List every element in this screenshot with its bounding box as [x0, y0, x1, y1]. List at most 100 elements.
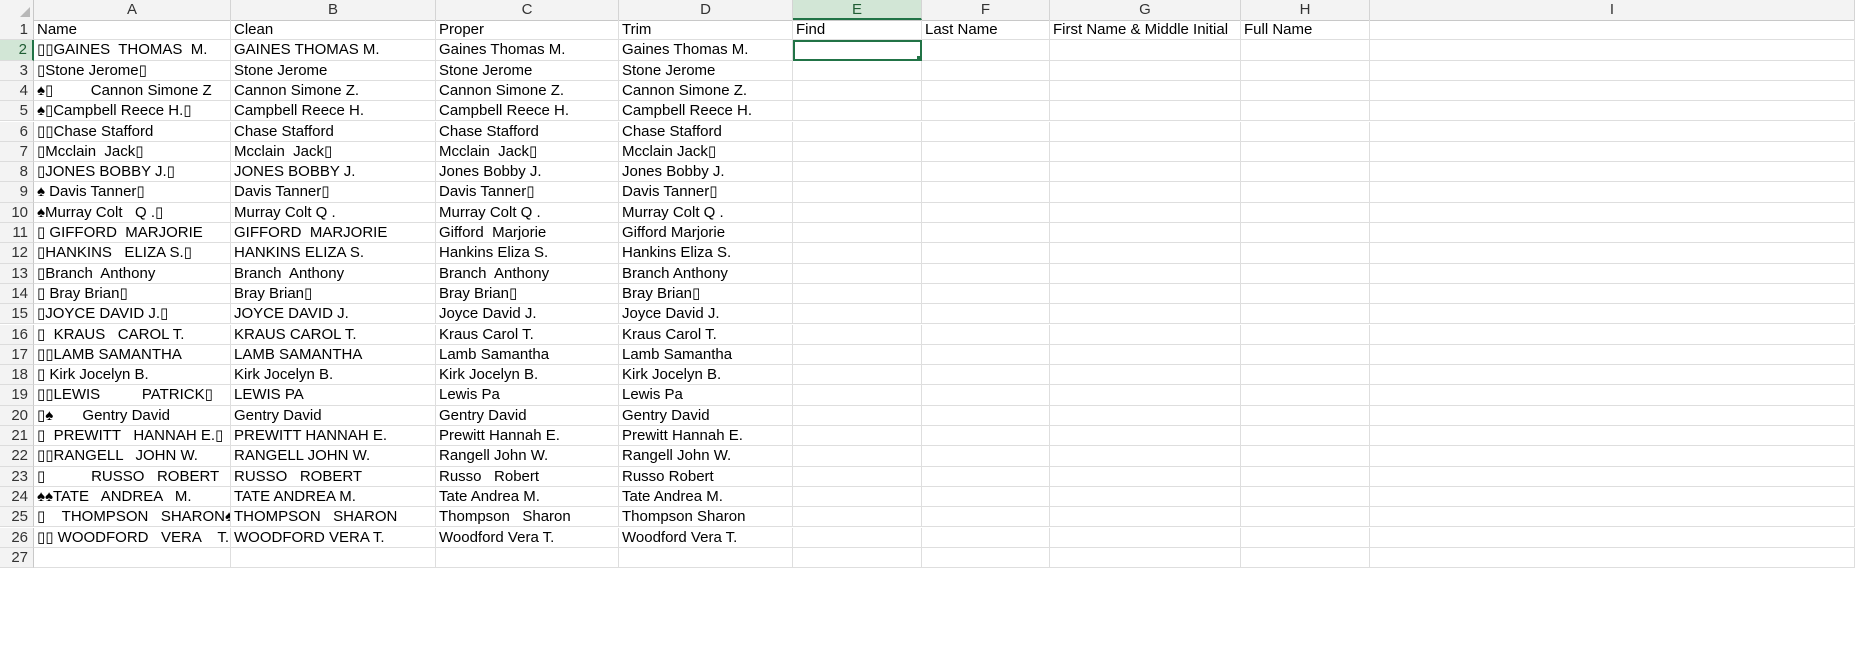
cell-b5[interactable]: Campbell Reece H. [231, 101, 436, 122]
cell-d11[interactable]: Gifford Marjorie [619, 223, 793, 244]
cell-b9[interactable]: Davis Tanner▯ [231, 182, 436, 203]
cell-g18[interactable] [1050, 365, 1241, 386]
cell-d3[interactable]: Stone Jerome [619, 60, 793, 81]
cell-i12[interactable] [1370, 243, 1855, 264]
cell-i15[interactable] [1370, 304, 1855, 325]
cell-d22[interactable]: Rangell John W. [619, 446, 793, 467]
cell-e6[interactable] [793, 121, 922, 142]
cell-d9[interactable]: Davis Tanner▯ [619, 182, 793, 203]
cell-b3[interactable]: Stone Jerome [231, 60, 436, 81]
column-header-d[interactable]: D [619, 0, 793, 20]
cell-g8[interactable] [1050, 162, 1241, 183]
cell-g20[interactable] [1050, 405, 1241, 426]
cell-c8[interactable]: Jones Bobby J. [436, 162, 619, 183]
column-header-h[interactable]: H [1241, 0, 1370, 20]
cell-f14[interactable] [922, 283, 1050, 305]
row-header-2[interactable]: 2 [0, 40, 34, 61]
cell-h9[interactable] [1241, 182, 1370, 203]
cell-c26[interactable]: Woodford Vera T. [436, 527, 619, 548]
column-header-g[interactable]: G [1050, 0, 1241, 20]
cell-d24[interactable]: Tate Andrea M. [619, 486, 793, 508]
cell-d17[interactable]: Lamb Samantha [619, 344, 793, 366]
cell-a4[interactable]: ♠▯ Cannon Simone Z [34, 80, 231, 102]
cell-b6[interactable]: Chase Stafford [231, 121, 436, 142]
cell-i17[interactable] [1370, 344, 1855, 366]
cell-b22[interactable]: RANGELL JOHN W. [231, 446, 436, 467]
cell-d2[interactable]: Gaines Thomas M. [619, 40, 793, 61]
cell-c22[interactable]: Rangell John W. [436, 446, 619, 467]
cell-i5[interactable] [1370, 101, 1855, 122]
cell-b1[interactable]: Clean [231, 20, 436, 41]
cell-g12[interactable] [1050, 243, 1241, 264]
cell-a5[interactable]: ♠▯Campbell Reece H.▯ [34, 101, 231, 122]
cell-c5[interactable]: Campbell Reece H. [436, 101, 619, 122]
cell-i23[interactable] [1370, 466, 1855, 487]
cell-h11[interactable] [1241, 223, 1370, 244]
cell-f12[interactable] [922, 243, 1050, 264]
cell-h25[interactable] [1241, 507, 1370, 528]
cell-c25[interactable]: Thompson Sharon [436, 507, 619, 528]
cell-e11[interactable] [793, 223, 922, 244]
cell-e17[interactable] [793, 344, 922, 366]
cell-g9[interactable] [1050, 182, 1241, 203]
cell-h3[interactable] [1241, 60, 1370, 81]
cell-a25[interactable]: ▯ THOMPSON SHARON♠ [34, 507, 231, 528]
cell-i9[interactable] [1370, 182, 1855, 203]
cell-f11[interactable] [922, 223, 1050, 244]
cell-f8[interactable] [922, 162, 1050, 183]
cell-d26[interactable]: Woodford Vera T. [619, 527, 793, 548]
row-header-24[interactable]: 24 [0, 486, 34, 508]
cell-b13[interactable]: Branch Anthony [231, 263, 436, 284]
cell-f16[interactable] [922, 324, 1050, 345]
cell-b11[interactable]: GIFFORD MARJORIE [231, 223, 436, 244]
cell-e4[interactable] [793, 80, 922, 102]
cell-e12[interactable] [793, 243, 922, 264]
cell-g22[interactable] [1050, 446, 1241, 467]
cell-i6[interactable] [1370, 121, 1855, 142]
cell-h16[interactable] [1241, 324, 1370, 345]
cell-f4[interactable] [922, 80, 1050, 102]
cell-d14[interactable]: Bray Brian▯ [619, 283, 793, 305]
cell-a10[interactable]: ♠Murray Colt Q .▯ [34, 202, 231, 223]
cell-i7[interactable] [1370, 141, 1855, 163]
cell-e9[interactable] [793, 182, 922, 203]
cell-a16[interactable]: ▯ KRAUS CAROL T. [34, 324, 231, 345]
cell-c19[interactable]: Lewis Pa [436, 385, 619, 406]
row-header-15[interactable]: 15 [0, 304, 34, 325]
cell-e20[interactable] [793, 405, 922, 426]
cell-f2[interactable] [922, 40, 1050, 61]
row-header-22[interactable]: 22 [0, 446, 34, 467]
cell-d10[interactable]: Murray Colt Q . [619, 202, 793, 223]
row-header-4[interactable]: 4 [0, 80, 34, 102]
cell-b14[interactable]: Bray Brian▯ [231, 283, 436, 305]
cell-h27[interactable] [1241, 547, 1370, 569]
cell-g13[interactable] [1050, 263, 1241, 284]
cell-i2[interactable] [1370, 40, 1855, 61]
cell-h2[interactable] [1241, 40, 1370, 61]
cell-a12[interactable]: ▯HANKINS ELIZA S.▯ [34, 243, 231, 264]
column-header-b[interactable]: B [231, 0, 436, 20]
cell-b19[interactable]: LEWIS PA [231, 385, 436, 406]
cell-d27[interactable] [619, 547, 793, 569]
column-header-a[interactable]: A [34, 0, 231, 20]
cell-g16[interactable] [1050, 324, 1241, 345]
cell-f25[interactable] [922, 507, 1050, 528]
cell-b26[interactable]: WOODFORD VERA T. [231, 527, 436, 548]
cell-e21[interactable] [793, 426, 922, 447]
cell-e10[interactable] [793, 202, 922, 223]
cell-i10[interactable] [1370, 202, 1855, 223]
cell-f19[interactable] [922, 385, 1050, 406]
select-all-corner[interactable] [0, 0, 34, 20]
cell-e19[interactable] [793, 385, 922, 406]
cell-a11[interactable]: ▯ GIFFORD MARJORIE [34, 223, 231, 244]
cell-c18[interactable]: Kirk Jocelyn B. [436, 365, 619, 386]
cell-f15[interactable] [922, 304, 1050, 325]
cell-c4[interactable]: Cannon Simone Z. [436, 80, 619, 102]
cell-i13[interactable] [1370, 263, 1855, 284]
cell-f10[interactable] [922, 202, 1050, 223]
cell-c24[interactable]: Tate Andrea M. [436, 486, 619, 508]
cell-b16[interactable]: KRAUS CAROL T. [231, 324, 436, 345]
cell-i1[interactable] [1370, 20, 1855, 41]
cell-c15[interactable]: Joyce David J. [436, 304, 619, 325]
cell-e5[interactable] [793, 101, 922, 122]
